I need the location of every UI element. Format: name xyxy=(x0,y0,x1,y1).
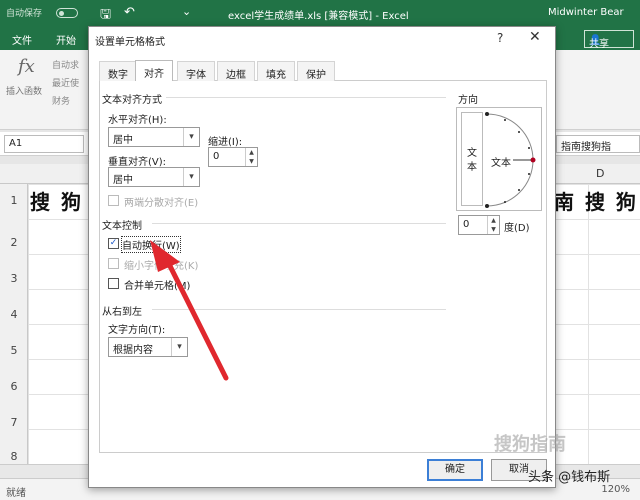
watermark-site: 搜狗指南 xyxy=(494,434,566,455)
annotation-arrow xyxy=(150,240,229,381)
watermark-brand: 头条 @钱布斯 xyxy=(528,470,611,485)
